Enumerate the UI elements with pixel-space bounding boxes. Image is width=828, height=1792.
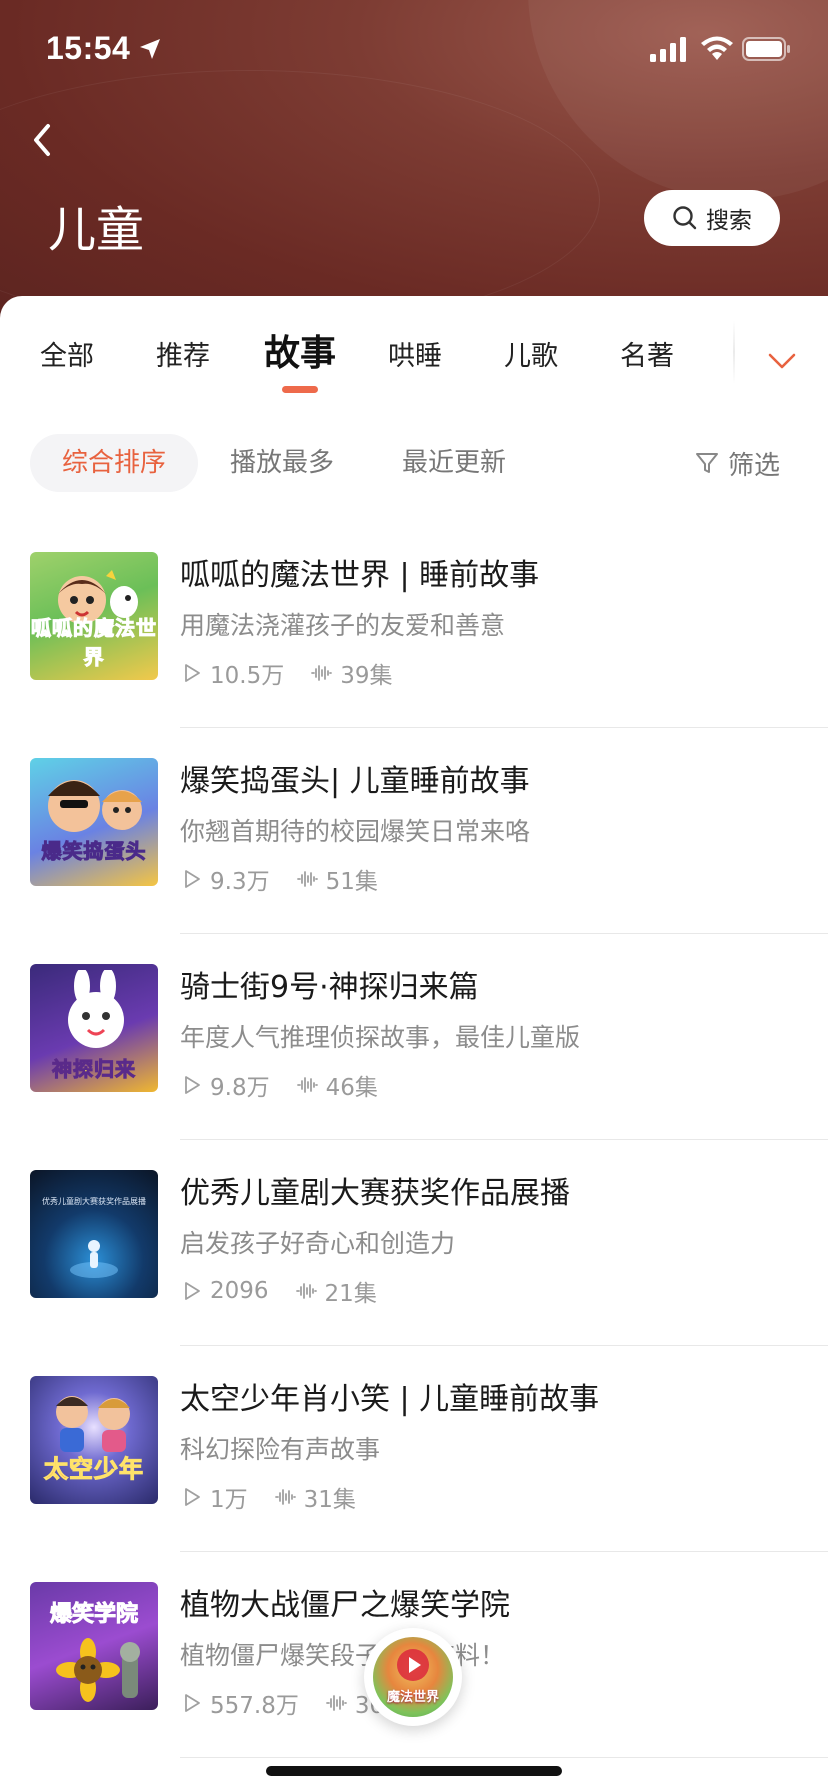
cellular-signal-icon [650,37,686,62]
item-description: 你翘首期待的校园爆笑日常来咯 [180,817,531,846]
tab-indicator [282,386,318,393]
list-item[interactable]: 神探归来 骑士街9号·神探归来篇 年度人气推理侦探故事，最佳儿童版 9.8万 4… [0,934,828,1140]
album-cover: 太空少年 [30,1376,158,1504]
album-cover: 爆笑捣蛋头 [30,758,158,886]
album-cover: 优秀儿童剧大赛获奖作品展播 [30,1170,158,1298]
audio-wave-icon [295,1283,317,1299]
episode-count: 31集 [303,1487,356,1513]
item-meta: 1万 31集 [180,1480,356,1514]
item-title: 骑士街9号·神探归来篇 [180,970,479,1005]
item-title: 爆笑捣蛋头| 儿童睡前故事 [180,764,530,799]
item-description: 科幻探险有声故事 [180,1435,381,1464]
play-count: 557.8万 [210,1693,299,1719]
tab-fade-divider [733,320,735,384]
tab-all[interactable]: 全部 [40,334,94,373]
cover-text: 爆笑学院 [49,1602,138,1628]
header-banner: 15:54 儿童 搜索 [0,0,828,330]
item-meta: 2096 21集 [180,1274,377,1308]
glowing-figure-icon [70,1240,118,1278]
tab-classics[interactable]: 名著 [620,334,674,373]
audio-wave-icon [311,665,333,681]
audio-wave-icon [325,1695,347,1711]
play-count: 9.3万 [210,869,270,895]
cover-text: 太空少年 [44,1455,144,1484]
album-cover: 神探归来 [30,964,158,1092]
list-item[interactable]: 呱呱的魔法世界 呱呱的魔法世界 | 睡前故事 用魔法浇灌孩子的友爱和善意 10.… [0,522,828,728]
chevron-down-icon [768,353,796,369]
now-playing-disc: 魔法世界 [373,1637,453,1717]
item-meta: 9.3万 51集 [180,862,378,896]
play-icon [185,1282,200,1300]
tab-stories[interactable]: 故事 [264,324,336,376]
tab-lullaby[interactable]: 哄睡 [388,334,442,373]
sort-option-default[interactable]: 综合排序 [30,434,198,492]
filter-funnel-icon [696,453,718,473]
back-chevron-icon[interactable] [28,118,58,162]
album-cover: 呱呱的魔法世界 [30,552,158,680]
episode-count: 21集 [324,1281,377,1307]
play-triangle-icon [397,1649,429,1681]
item-description: 用魔法浇灌孩子的友爱和善意 [180,611,506,640]
sort-option-most-played[interactable]: 播放最多 [230,434,334,492]
play-count: 2096 [210,1278,269,1304]
play-count: 9.8万 [210,1075,270,1101]
episode-count: 39集 [340,663,393,689]
sort-bar: 综合排序 播放最多 最近更新 筛选 [0,434,828,492]
tab-expand-button[interactable] [736,296,828,406]
battery-icon [742,37,790,61]
status-time: 15:54 [46,30,131,66]
play-count: 10.5万 [210,663,285,689]
item-meta: 10.5万 39集 [180,656,393,690]
play-icon [185,1488,200,1506]
cover-text: 优秀儿童剧大赛获奖作品展播 [42,1197,146,1206]
location-arrow-icon [140,39,160,59]
filter-label: 筛选 [728,450,781,481]
audio-wave-icon [296,1077,318,1093]
list-item[interactable]: 爆笑捣蛋头 爆笑捣蛋头| 儿童睡前故事 你翘首期待的校园爆笑日常来咯 9.3万 … [0,728,828,934]
album-cover: 爆笑学院 [30,1582,158,1710]
content-sheet: 全部 推荐 故事 哄睡 儿歌 名著 动 综合排序 播放最多 最近更新 筛选 [0,296,828,1792]
filter-button[interactable]: 筛选 [694,434,780,492]
cartoon-character-icon [48,780,142,832]
page-title: 儿童 [48,202,145,258]
tab-songs[interactable]: 儿歌 [504,334,558,373]
cartoon-kids-icon [56,1396,130,1452]
play-count: 1万 [210,1487,248,1513]
sort-option-recent[interactable]: 最近更新 [402,434,506,492]
cover-text: 呱呱的魔法世界 [31,616,157,670]
status-bar: 15:54 [0,0,828,100]
play-icon [185,1076,200,1094]
item-meta: 9.8万 46集 [180,1068,378,1102]
episode-count: 51集 [325,869,378,895]
play-icon [185,870,200,888]
search-button[interactable]: 搜索 [644,190,780,246]
cartoon-rabbit-icon [68,970,124,1048]
list-item[interactable]: 优秀儿童剧大赛获奖作品展播 优秀儿童剧大赛获奖作品展播 启发孩子好奇心和创造力 … [0,1140,828,1346]
category-tabs: 全部 推荐 故事 哄睡 儿歌 名著 动 [0,296,828,406]
item-description: 年度人气推理侦探故事，最佳儿童版 [180,1023,581,1052]
item-title: 呱呱的魔法世界 | 睡前故事 [180,558,540,593]
sunflower-icon [56,1638,140,1702]
cover-text: 爆笑捣蛋头 [41,839,147,864]
search-button-label: 搜索 [706,208,752,234]
now-playing-label: 魔法世界 [386,1690,439,1705]
item-title: 植物大战僵尸之爆笑学院 [180,1588,510,1623]
search-icon [673,206,697,230]
cover-text: 神探归来 [52,1057,136,1082]
item-title: 优秀儿童剧大赛获奖作品展播 [180,1176,570,1211]
play-icon [185,1694,200,1712]
list-item[interactable]: 太空少年 太空少年肖小笑 | 儿童睡前故事 科幻探险有声故事 1万 31集 [0,1346,828,1552]
item-description: 启发孩子好奇心和创造力 [180,1229,456,1258]
divider [180,1757,828,1758]
play-icon [185,664,200,682]
audio-wave-icon [296,871,318,887]
floating-player-button[interactable]: 魔法世界 [364,1628,462,1726]
home-indicator[interactable] [266,1766,562,1776]
tab-recommend[interactable]: 推荐 [156,334,210,373]
item-title: 太空少年肖小笑 | 儿童睡前故事 [180,1382,600,1417]
episode-count: 46集 [325,1075,378,1101]
wifi-icon [701,36,733,60]
audio-wave-icon [274,1489,296,1505]
